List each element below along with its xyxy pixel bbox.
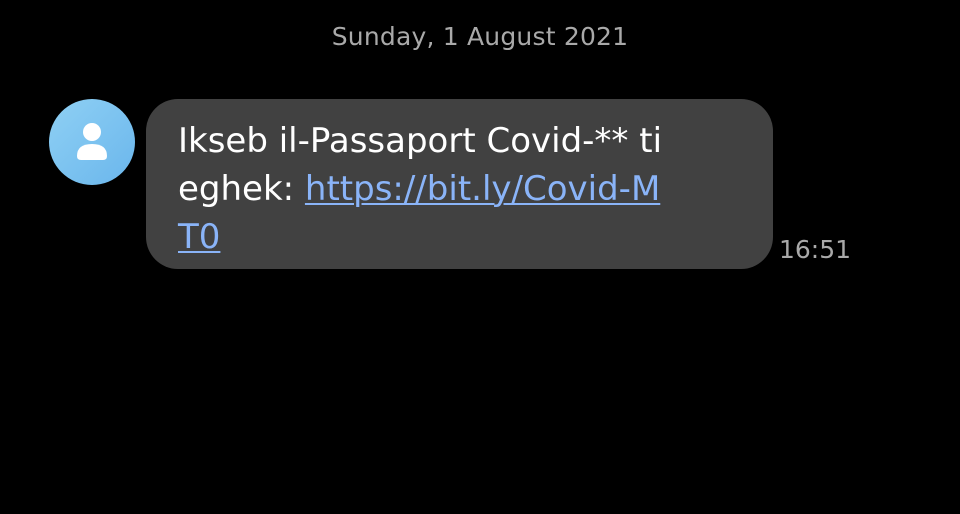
date-header: Sunday, 1 August 2021: [331, 22, 629, 51]
message-timestamp: 16:51: [779, 235, 852, 264]
contact-avatar[interactable]: [49, 99, 135, 185]
message-text: Ikseb il-Passaport Covid-** tieghek: htt…: [178, 117, 678, 261]
message-bubble[interactable]: Ikseb il-Passaport Covid-** tieghek: htt…: [146, 99, 773, 269]
person-icon: [77, 123, 107, 160]
